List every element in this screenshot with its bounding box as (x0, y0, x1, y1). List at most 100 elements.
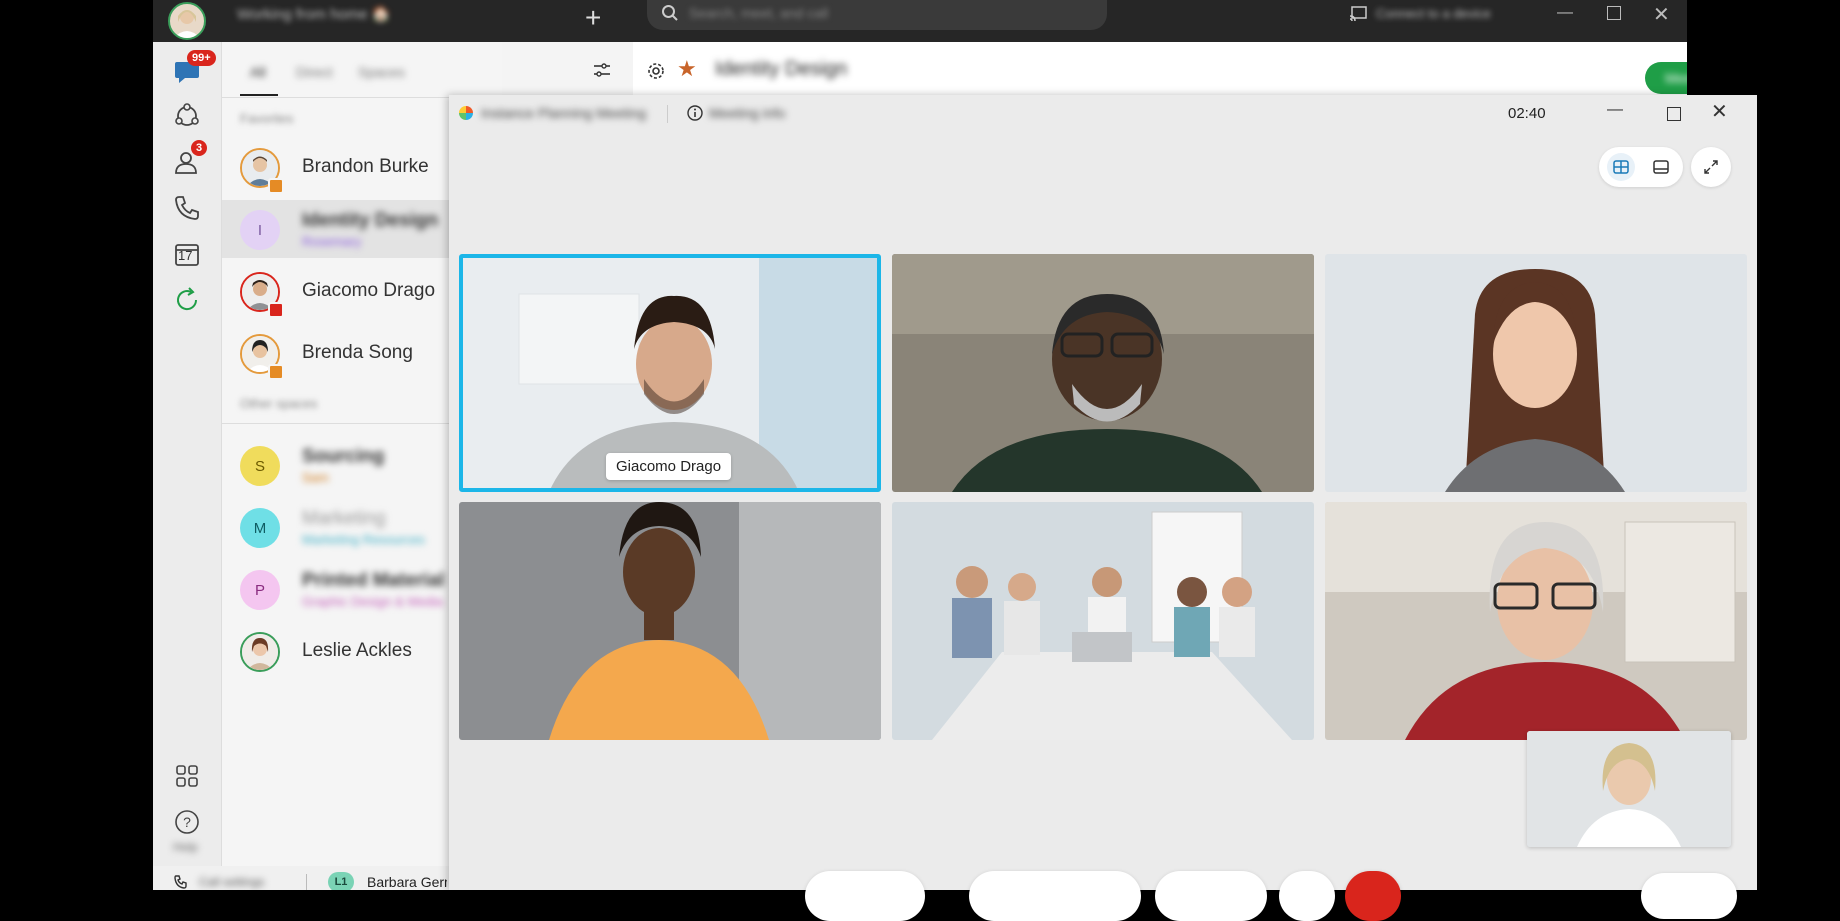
messages-badge: 99+ (187, 50, 216, 66)
title-bar: Working from home 🏠 + Search, meet, and … (153, 0, 1687, 42)
space-name: Printed Material (302, 570, 445, 591)
contact-name: Giacomo Drago (302, 280, 436, 301)
navigation-rail: 99+ 3 17 ? Help (153, 42, 222, 890)
end-call-button[interactable] (1345, 871, 1401, 921)
video-tile[interactable] (459, 502, 881, 740)
contact-name: Leslie Ackles (302, 640, 412, 661)
user-avatar[interactable] (168, 2, 206, 40)
avatar (240, 632, 280, 672)
status-badge (268, 302, 284, 318)
space-subtitle: Marketing Resources (302, 532, 425, 547)
space-subtitle: Rosemary (302, 234, 362, 249)
call-settings-icon[interactable] (173, 874, 189, 890)
space-name: Marketing (302, 508, 386, 529)
gear-icon[interactable] (647, 62, 665, 85)
calendar-icon[interactable]: 17 (171, 238, 203, 270)
self-video (1527, 731, 1731, 847)
video-tile-active-speaker[interactable]: Giacomo Drago (459, 254, 881, 492)
meet-button[interactable]: Meet (1645, 62, 1687, 94)
fullscreen-button[interactable] (1691, 147, 1731, 187)
phone-icon[interactable] (171, 192, 203, 224)
stage-view-icon[interactable] (1647, 153, 1675, 181)
contact-name: Brenda Song (302, 342, 413, 363)
calendar-day: 17 (178, 248, 193, 263)
space-header: ★ Identity Design Meet (633, 42, 1687, 98)
participant-video (892, 502, 1314, 740)
space-name: Identity Design (302, 210, 439, 231)
messaging-icon[interactable]: 99+ (171, 50, 216, 88)
avatar: M (240, 508, 280, 548)
expand-icon (1703, 159, 1719, 180)
video-tile[interactable] (892, 502, 1314, 740)
contact-name: Brandon Burke (302, 156, 429, 177)
meeting-window: Instance Planning Meeting Meeting info 0… (449, 95, 1757, 921)
filter-icon[interactable] (593, 62, 611, 83)
divider (306, 874, 307, 890)
teams-icon[interactable] (171, 100, 203, 132)
filter-tabs: All Direct Spaces (222, 42, 502, 96)
avatar: P (240, 570, 280, 610)
tab-all-underline (240, 94, 278, 96)
help-label: Help (173, 840, 198, 854)
apps-grid-icon[interactable] (171, 760, 203, 792)
stop-video-button[interactable] (969, 871, 1141, 921)
video-tile[interactable] (1325, 254, 1747, 492)
meeting-info-label[interactable]: Meeting info (709, 105, 785, 121)
participant-video (459, 502, 881, 740)
video-tile[interactable] (1325, 502, 1747, 740)
close-icon[interactable]: ✕ (1711, 99, 1728, 124)
meeting-timer: 02:40 (1508, 105, 1546, 122)
svg-text:?: ? (183, 814, 191, 830)
tab-all[interactable]: All (250, 64, 266, 80)
connect-device-label[interactable]: Connect to a device (1376, 6, 1491, 21)
help-icon[interactable]: ? (171, 806, 203, 838)
participant-video (1325, 502, 1747, 740)
contacts-icon[interactable]: 3 (171, 140, 208, 178)
mute-button[interactable] (805, 871, 925, 921)
status-badge (268, 364, 284, 380)
cast-icon[interactable] (1349, 6, 1367, 27)
info-icon[interactable] (687, 105, 703, 126)
favorite-star-icon[interactable]: ★ (677, 56, 697, 82)
participant-video (892, 254, 1314, 492)
minimize-icon[interactable]: — (1557, 4, 1573, 22)
self-view[interactable] (1527, 731, 1731, 847)
search-icon (661, 4, 679, 27)
line-badge: L1 (328, 872, 354, 890)
space-name: Sourcing (302, 446, 385, 467)
space-title: Identity Design (715, 58, 848, 80)
close-icon[interactable]: ✕ (1653, 2, 1670, 27)
participants-button[interactable] (1641, 873, 1737, 919)
call-footer: Call settings L1 Barbara German (153, 866, 453, 890)
status-text[interactable]: Working from home 🏠 (237, 5, 390, 23)
participant-video (1325, 254, 1747, 492)
contacts-badge: 3 (191, 140, 208, 156)
space-subtitle: Graphic Design & Media (302, 594, 443, 609)
avatar: S (240, 446, 280, 486)
share-button[interactable] (1155, 871, 1267, 921)
maximize-icon[interactable] (1607, 6, 1621, 20)
participant-name-tag: Giacomo Drago (606, 453, 732, 480)
other-spaces-label: Other spaces (240, 396, 318, 411)
favorites-label: Favorites (240, 111, 294, 126)
video-tile[interactable] (892, 254, 1314, 492)
space-subtitle: Sam (302, 470, 329, 485)
call-settings-label[interactable]: Call settings (199, 875, 264, 889)
meeting-title: Instance Planning Meeting (481, 105, 646, 121)
layout-toggle (1599, 147, 1683, 187)
refresh-icon[interactable] (171, 284, 203, 316)
status-badge (268, 178, 284, 194)
plus-icon[interactable]: + (585, 4, 601, 32)
meeting-logo-icon (459, 106, 473, 120)
search-placeholder: Search, meet, and call (689, 5, 829, 21)
tab-direct[interactable]: Direct (296, 64, 333, 80)
maximize-icon[interactable] (1667, 107, 1681, 121)
more-options-button[interactable] (1279, 871, 1335, 921)
search-bar[interactable]: Search, meet, and call (647, 0, 1107, 30)
tab-spaces[interactable]: Spaces (358, 64, 405, 80)
minimize-icon[interactable]: — (1607, 101, 1623, 119)
avatar: I (240, 210, 280, 250)
line-user-name[interactable]: Barbara German (367, 874, 447, 890)
title-divider (667, 105, 668, 123)
grid-view-icon[interactable] (1607, 153, 1635, 181)
